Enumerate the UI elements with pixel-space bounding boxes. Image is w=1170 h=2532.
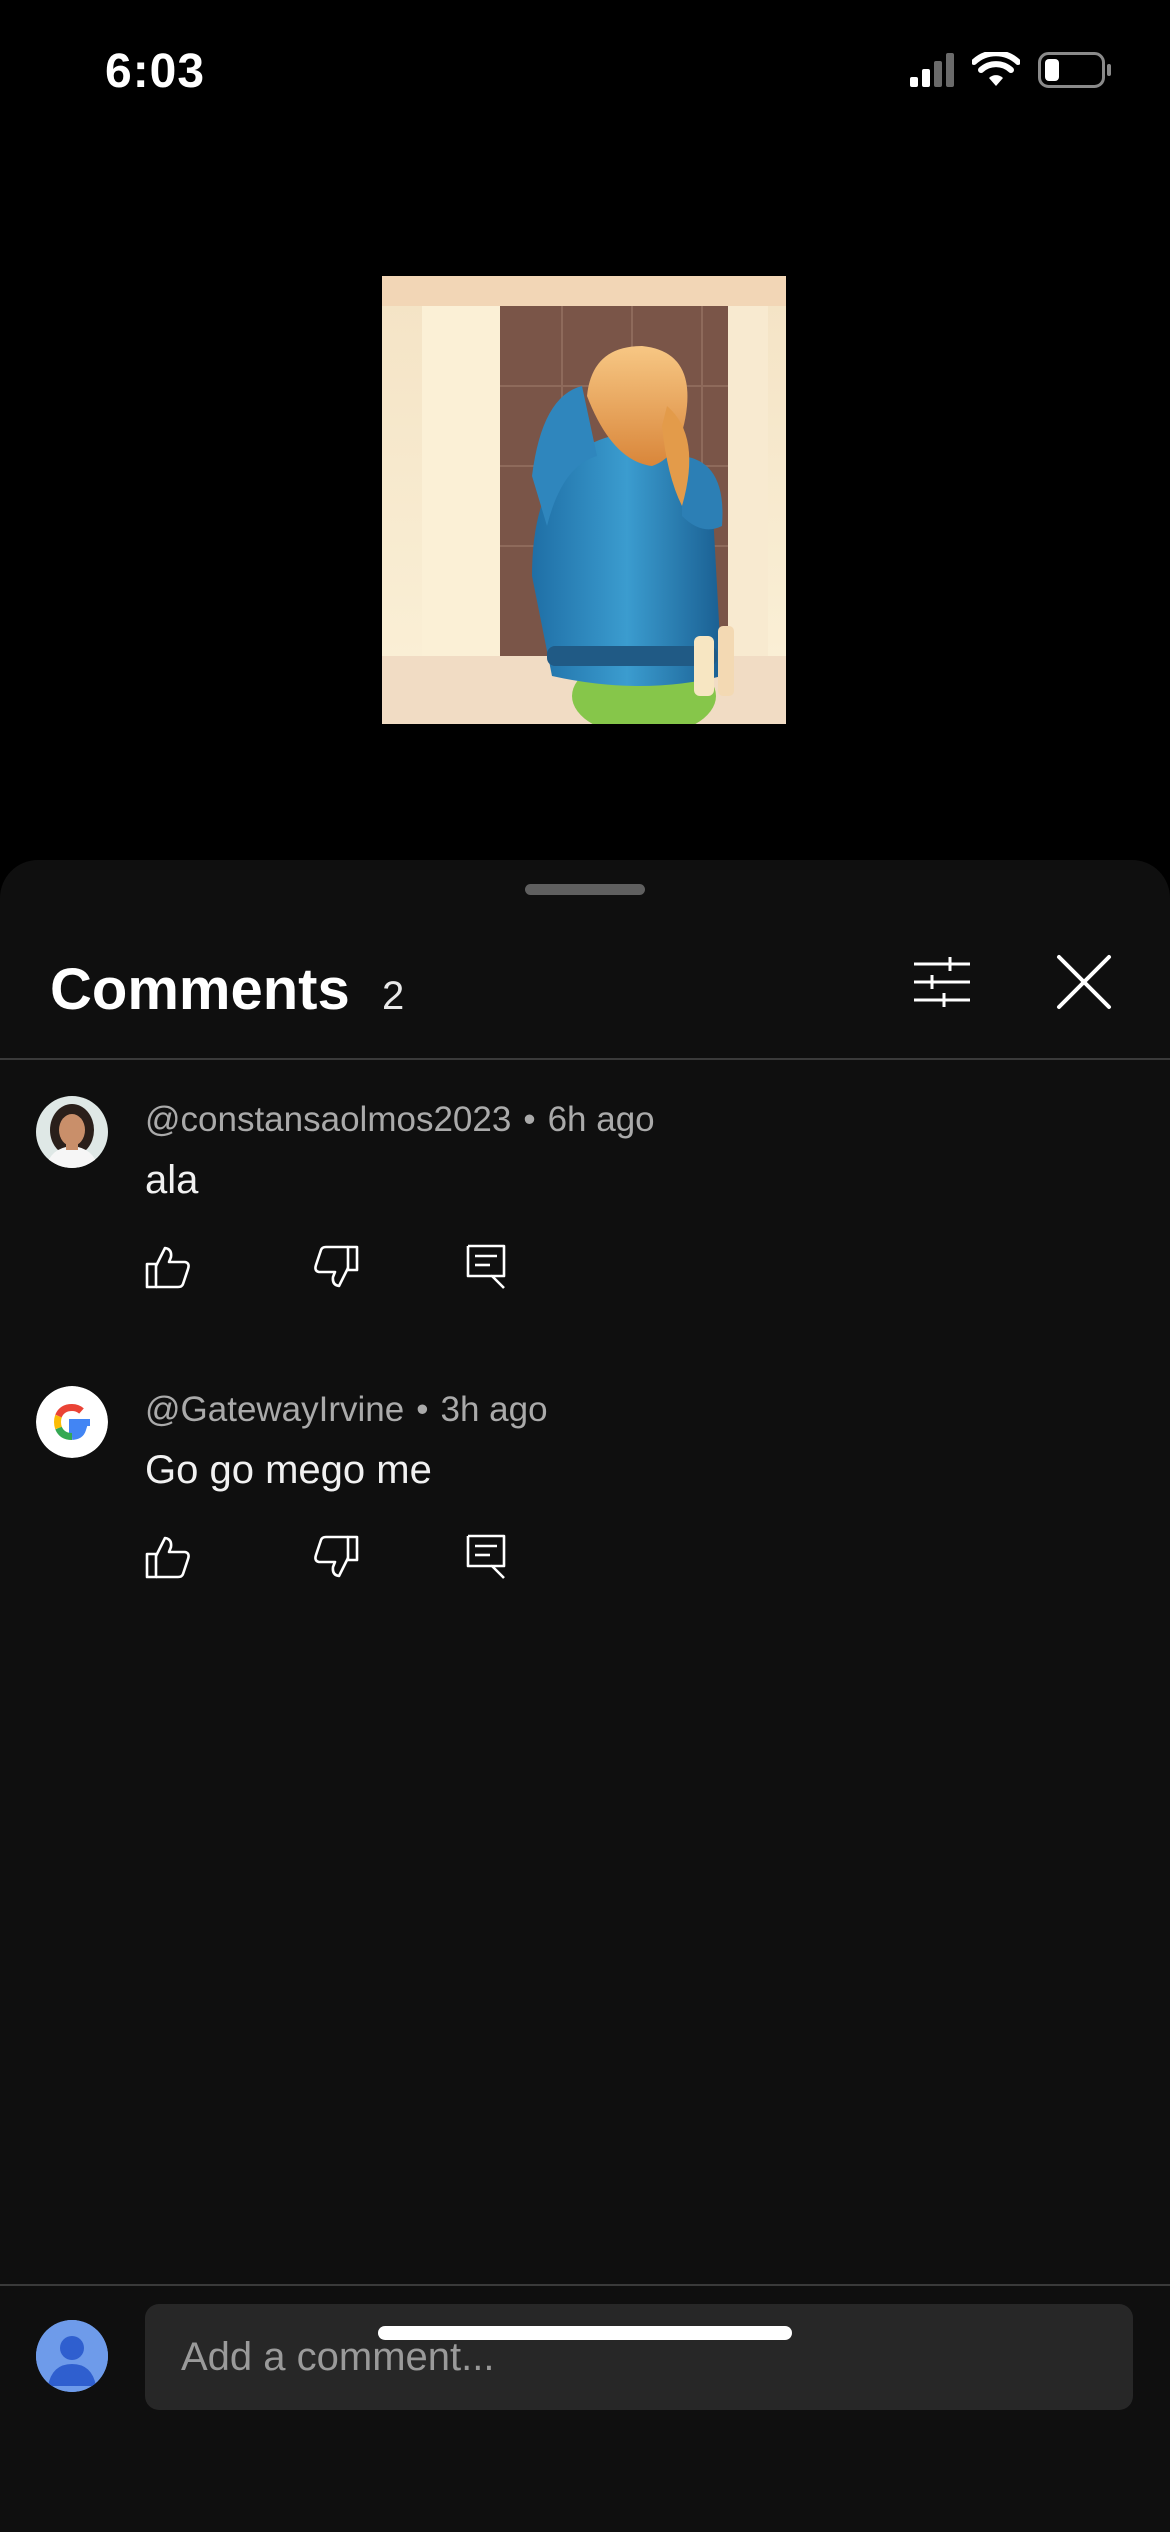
like-button[interactable] <box>145 1246 191 1292</box>
cellular-signal-icon <box>910 53 954 92</box>
reply-comment-icon <box>466 1534 506 1585</box>
reply-button[interactable] <box>463 1534 509 1585</box>
comment-text: Go go mego me <box>145 1448 432 1492</box>
wifi-icon <box>971 50 1021 93</box>
drag-handle[interactable] <box>525 884 645 895</box>
thumbs-down-icon <box>313 1535 359 1584</box>
header-divider <box>0 1058 1170 1060</box>
comment-actions <box>145 1534 509 1585</box>
comments-count: 2 <box>382 974 405 1018</box>
like-button[interactable] <box>145 1536 191 1582</box>
battery-icon <box>1038 52 1112 93</box>
comment-text: ala <box>145 1158 199 1202</box>
meta-separator: • <box>523 1100 536 1139</box>
comment-author[interactable]: @constansaolmos2023 <box>145 1100 511 1139</box>
comments-header: Comments 2 <box>0 946 1170 1056</box>
reply-button[interactable] <box>463 1244 509 1295</box>
google-logo-avatar[interactable] <box>36 1386 108 1458</box>
status-time: 6:03 <box>105 45 206 98</box>
self-avatar <box>36 2320 108 2392</box>
reply-comment-icon <box>466 1244 506 1295</box>
thumbs-up-icon <box>145 1535 191 1584</box>
filter-button[interactable] <box>906 948 978 1020</box>
home-indicator <box>378 2326 792 2340</box>
status-icons <box>910 50 1112 93</box>
video-player[interactable] <box>0 150 1170 860</box>
comments-sheet: Comments 2 @constansaolmos2023 • 6h ago … <box>0 860 1170 2532</box>
video-thumbnail-image[interactable] <box>382 276 786 724</box>
user-photo-avatar[interactable] <box>36 1096 108 1168</box>
composer-divider <box>0 2284 1170 2286</box>
comments-title: Comments <box>50 957 350 1022</box>
comment-composer <box>0 2304 1170 2414</box>
meta-separator: • <box>416 1390 429 1429</box>
comment-item: @constansaolmos2023 • 6h ago ala <box>0 1096 1170 1346</box>
comment-meta: @GatewayIrvine • 3h ago <box>145 1390 548 1430</box>
dislike-button[interactable] <box>313 1245 359 1294</box>
filter-sliders-icon <box>912 956 972 1013</box>
comment-time: 6h ago <box>547 1100 655 1139</box>
status-bar: 6:03 <box>0 0 1170 150</box>
close-icon <box>1056 954 1112 1015</box>
dislike-button[interactable] <box>313 1535 359 1584</box>
thumbs-up-icon <box>145 1245 191 1294</box>
add-comment-input[interactable] <box>145 2304 1133 2410</box>
comment-author[interactable]: @GatewayIrvine <box>145 1390 404 1429</box>
close-button[interactable] <box>1048 948 1120 1020</box>
comment-actions <box>145 1244 509 1295</box>
comment-item: @GatewayIrvine • 3h ago Go go mego me <box>0 1386 1170 1636</box>
comment-time: 3h ago <box>440 1390 548 1429</box>
comment-meta: @constansaolmos2023 • 6h ago <box>145 1100 655 1140</box>
thumbs-down-icon <box>313 1245 359 1294</box>
